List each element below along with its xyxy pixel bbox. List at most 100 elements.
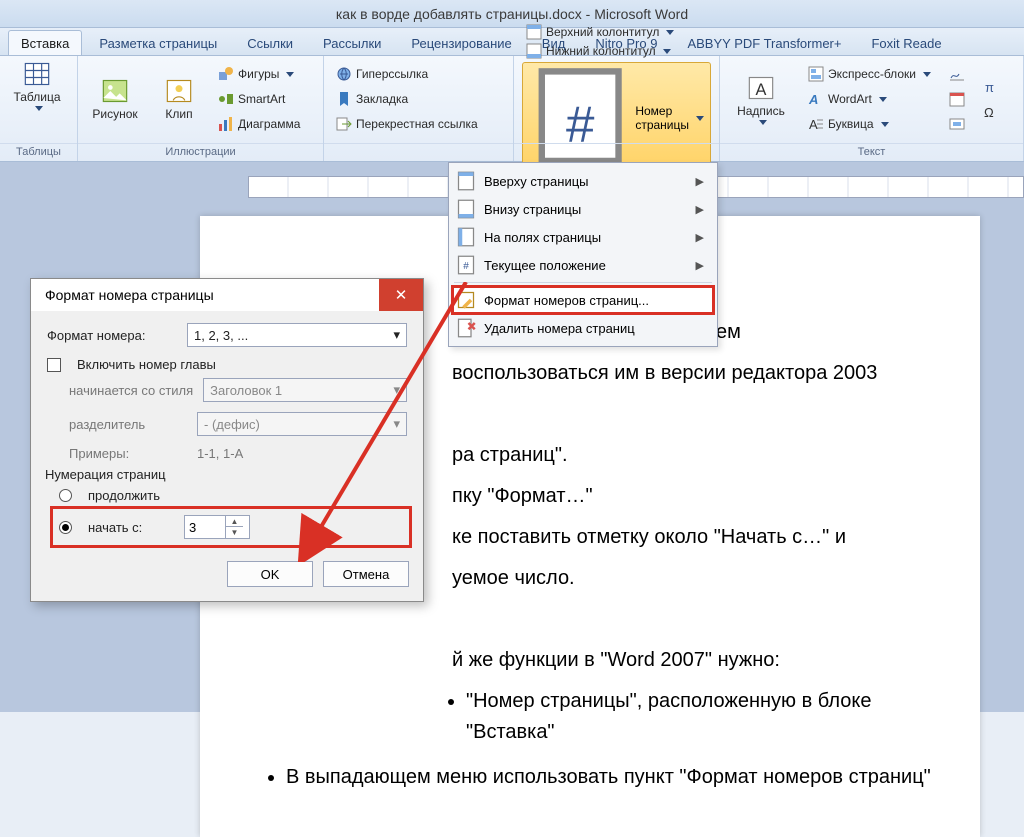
tab-refs[interactable]: Ссылки	[234, 30, 306, 55]
table-button[interactable]: Таблица	[8, 60, 66, 111]
page-here-icon: #	[456, 255, 476, 275]
tab-foxit[interactable]: Foxit Reade	[858, 30, 954, 55]
start-at-spinner[interactable]: ▲ ▼	[184, 515, 250, 539]
delete-icon	[456, 318, 476, 338]
ribbon: Таблица Таблицы Рисунок Клип	[0, 56, 1024, 162]
menu-format[interactable]: Формат номеров страниц...	[452, 286, 714, 314]
include-chapter-checkbox[interactable]	[47, 358, 61, 372]
crossref-icon	[336, 116, 352, 132]
format-label: Формат номера:	[47, 328, 177, 343]
header-button[interactable]: Верхний колонтитул	[522, 24, 711, 40]
object-icon	[949, 116, 965, 132]
include-chapter-label: Включить номер главы	[77, 357, 216, 372]
examples-label: Примеры:	[69, 446, 187, 461]
page-bottom-icon	[456, 199, 476, 219]
bookmark-icon	[336, 91, 352, 107]
calendar-icon	[949, 91, 965, 107]
separator-select: - (дефис)▾	[197, 412, 407, 436]
header-icon	[526, 24, 542, 40]
smartart-button[interactable]: SmartArt	[214, 88, 304, 110]
signature-button[interactable]	[945, 63, 969, 85]
page-side-icon	[456, 227, 476, 247]
svg-text:#: #	[463, 261, 469, 272]
link-icon	[336, 66, 352, 82]
footer-button[interactable]: Нижний колонтитул	[522, 43, 711, 59]
spin-up[interactable]: ▲	[226, 516, 243, 527]
shapes-button[interactable]: Фигуры	[214, 63, 304, 85]
dialog-title: Формат номера страницы	[45, 287, 214, 303]
textbox-button[interactable]: A Надпись	[728, 60, 794, 138]
picture-button[interactable]: Рисунок	[86, 60, 144, 138]
dropcap-icon: A	[808, 116, 824, 132]
table-icon	[23, 60, 51, 88]
group-text-label: Текст	[720, 143, 1023, 159]
tab-insert[interactable]: Вставка	[8, 30, 82, 55]
group-tables-label: Таблицы	[0, 143, 77, 159]
bookmark-button[interactable]: Закладка	[332, 88, 505, 110]
wordart-button[interactable]: A WordArt	[804, 88, 935, 110]
format-select[interactable]: 1, 2, 3, ... ▾	[187, 323, 407, 347]
continue-radio[interactable]	[59, 489, 72, 502]
menu-margins[interactable]: На полях страницы▶	[452, 223, 714, 251]
examples-value: 1-1, 1-A	[197, 446, 243, 461]
spin-down[interactable]: ▼	[226, 527, 243, 538]
symbol-button[interactable]: Ω	[979, 101, 1003, 123]
tab-mail[interactable]: Рассылки	[310, 30, 394, 55]
page-number-format-dialog: Формат номера страницы ✕ Формат номера: …	[30, 278, 424, 602]
datetime-button[interactable]	[945, 88, 969, 110]
separator-label: разделитель	[69, 417, 187, 432]
svg-text:A: A	[808, 92, 818, 107]
chart-button[interactable]: Диаграмма	[214, 113, 304, 135]
menu-remove[interactable]: Удалить номера страниц	[452, 314, 714, 342]
tab-review[interactable]: Рецензирование	[398, 30, 524, 55]
omega-icon: Ω	[983, 104, 999, 120]
textbox-icon: A	[747, 74, 775, 102]
svg-text:Ω: Ω	[984, 105, 994, 120]
start-at-input[interactable]	[185, 520, 225, 535]
chapter-style-select: Заголовок 1▾	[203, 378, 407, 402]
pi-icon: π	[983, 79, 999, 95]
page-number-menu: Вверху страницы▶ Внизу страницы▶ На поля…	[448, 162, 718, 347]
dropcap-button[interactable]: A Буквица	[804, 113, 935, 135]
crossref-button[interactable]: Перекрестная ссылка	[332, 113, 505, 135]
start-at-label: начать с:	[88, 520, 174, 535]
menu-bottom[interactable]: Внизу страницы▶	[452, 195, 714, 223]
continue-label: продолжить	[88, 488, 160, 503]
chevron-down-icon: ▾	[393, 327, 400, 343]
svg-text:A: A	[809, 117, 818, 132]
object-button[interactable]	[945, 113, 969, 135]
smartart-icon	[218, 91, 234, 107]
chevron-down-icon	[35, 106, 43, 111]
window-title: как в ворде добавлять страницы.docx - Mi…	[336, 6, 688, 22]
wordart-icon: A	[808, 91, 824, 107]
menu-current[interactable]: # Текущее положение▶	[452, 251, 714, 279]
equation-button[interactable]: π	[979, 76, 1003, 98]
ribbon-tabs: Вставка Разметка страницы Ссылки Рассылк…	[0, 28, 1024, 56]
numbering-section-label: Нумерация страниц	[45, 467, 407, 482]
dialog-title-bar[interactable]: Формат номера страницы ✕	[31, 279, 423, 311]
clip-button[interactable]: Клип	[150, 60, 208, 138]
svg-text:A: A	[756, 81, 767, 99]
footer-icon	[526, 43, 542, 59]
svg-text:π: π	[985, 80, 994, 95]
cancel-button[interactable]: Отмена	[323, 561, 409, 587]
signature-icon	[949, 66, 965, 82]
chapter-style-label: начинается со стиля	[69, 383, 193, 398]
format-icon	[456, 290, 476, 310]
hyperlink-button[interactable]: Гиперссылка	[332, 63, 505, 85]
close-icon: ✕	[395, 286, 408, 304]
tab-layout[interactable]: Разметка страницы	[86, 30, 230, 55]
title-bar: как в ворде добавлять страницы.docx - Mi…	[0, 0, 1024, 28]
chart-icon	[218, 116, 234, 132]
group-illus-label: Иллюстрации	[78, 143, 323, 159]
close-button[interactable]: ✕	[379, 279, 423, 311]
shapes-icon	[218, 66, 234, 82]
parts-icon	[808, 66, 824, 82]
clip-icon	[165, 77, 193, 105]
image-icon	[101, 77, 129, 105]
ok-button[interactable]: OK	[227, 561, 313, 587]
menu-top[interactable]: Вверху страницы▶	[452, 167, 714, 195]
quickparts-button[interactable]: Экспресс-блоки	[804, 63, 935, 85]
page-top-icon	[456, 171, 476, 191]
start-at-radio[interactable]	[59, 521, 72, 534]
